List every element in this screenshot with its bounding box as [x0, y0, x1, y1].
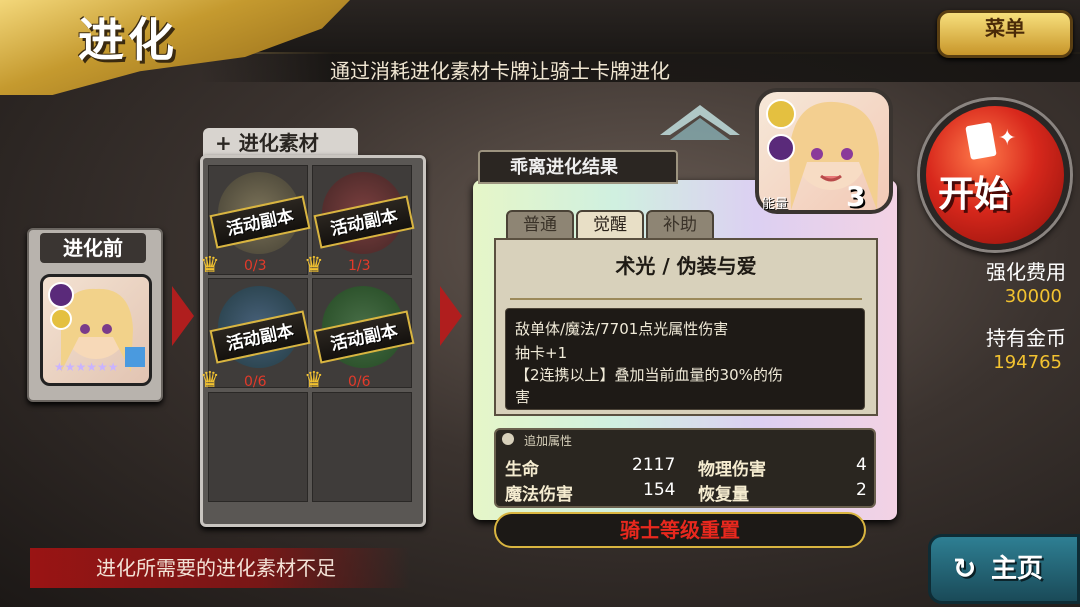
cost-label: 强化费用 [986, 260, 1066, 284]
page-subtitle: 通过消耗进化素材卡牌让骑士卡牌进化 [330, 59, 670, 83]
stat-value: 154 [643, 480, 676, 500]
stat-value: 4 [856, 455, 867, 475]
stat-label: 恢复量 [698, 485, 749, 505]
menu-button[interactable]: 菜单 [937, 10, 1073, 58]
pre-evolution-label: 进化前 [40, 233, 146, 263]
material-count: 0/6 [348, 374, 371, 390]
stat-value: 2 [856, 480, 867, 500]
start-label: 开始 [938, 174, 1011, 215]
crown-icon: ♛ [304, 368, 324, 393]
home-label: 主页 [991, 554, 1044, 584]
crown-icon: ♛ [200, 368, 220, 393]
cost-value: 30000 [1004, 286, 1062, 307]
return-arrow-icon: ↻ [953, 552, 977, 585]
material-count: 1/3 [348, 258, 371, 274]
sparkle-icon: ✦ [998, 126, 1017, 151]
stat-label: 生命 [505, 460, 539, 480]
avatar-name: 能量 [762, 197, 789, 212]
avatar-count: 3 [846, 180, 866, 213]
tab-support[interactable]: 补助 [646, 210, 714, 240]
result-header: 乖离进化结果 [478, 150, 678, 184]
card-icon [965, 122, 997, 160]
rarity-stars: ★★★★★★ [54, 360, 119, 374]
warning-message: 进化所需要的进化素材不足 [30, 548, 410, 588]
material-slot-empty[interactable] [208, 392, 308, 502]
stat-label: 魔法伤害 [505, 485, 573, 505]
skill-title: 术光 / 伪装与爱 [615, 254, 757, 278]
crown-icon: ♛ [304, 253, 324, 278]
gold-label: 持有金币 [986, 326, 1066, 350]
user-icon [502, 433, 514, 445]
stats-header: 追加属性 [524, 434, 573, 448]
skill-desc-line: 【2连携以上】叠加当前血量的30%的伤 [515, 366, 783, 384]
tab-normal[interactable]: 普通 [506, 210, 574, 240]
page-title: 进化 [78, 13, 178, 67]
arrow-right-icon [172, 286, 194, 346]
home-button[interactable]: ↻ 主页 [928, 534, 1080, 604]
reset-level-notice: 骑士等级重置 [494, 512, 866, 548]
gold-value: 194765 [993, 352, 1062, 373]
arrow-right-icon [440, 286, 462, 346]
materials-tab: + 进化素材 [203, 128, 358, 158]
chevron-up-icon [660, 105, 740, 140]
skill-desc-line: 抽卡+1 [515, 344, 568, 362]
stat-value: 2117 [632, 455, 676, 475]
material-count: 0/3 [244, 258, 267, 274]
material-count: 0/6 [244, 374, 267, 390]
divider [510, 298, 862, 300]
tab-awaken[interactable]: 觉醒 [576, 210, 644, 240]
skill-desc-line: 害 [515, 388, 531, 406]
crown-icon: ♛ [200, 253, 220, 278]
stat-label: 物理伤害 [698, 460, 766, 480]
material-slot-empty[interactable] [312, 392, 412, 502]
skill-desc-line: 敌单体/魔法/7701点光属性伤害 [515, 320, 729, 338]
